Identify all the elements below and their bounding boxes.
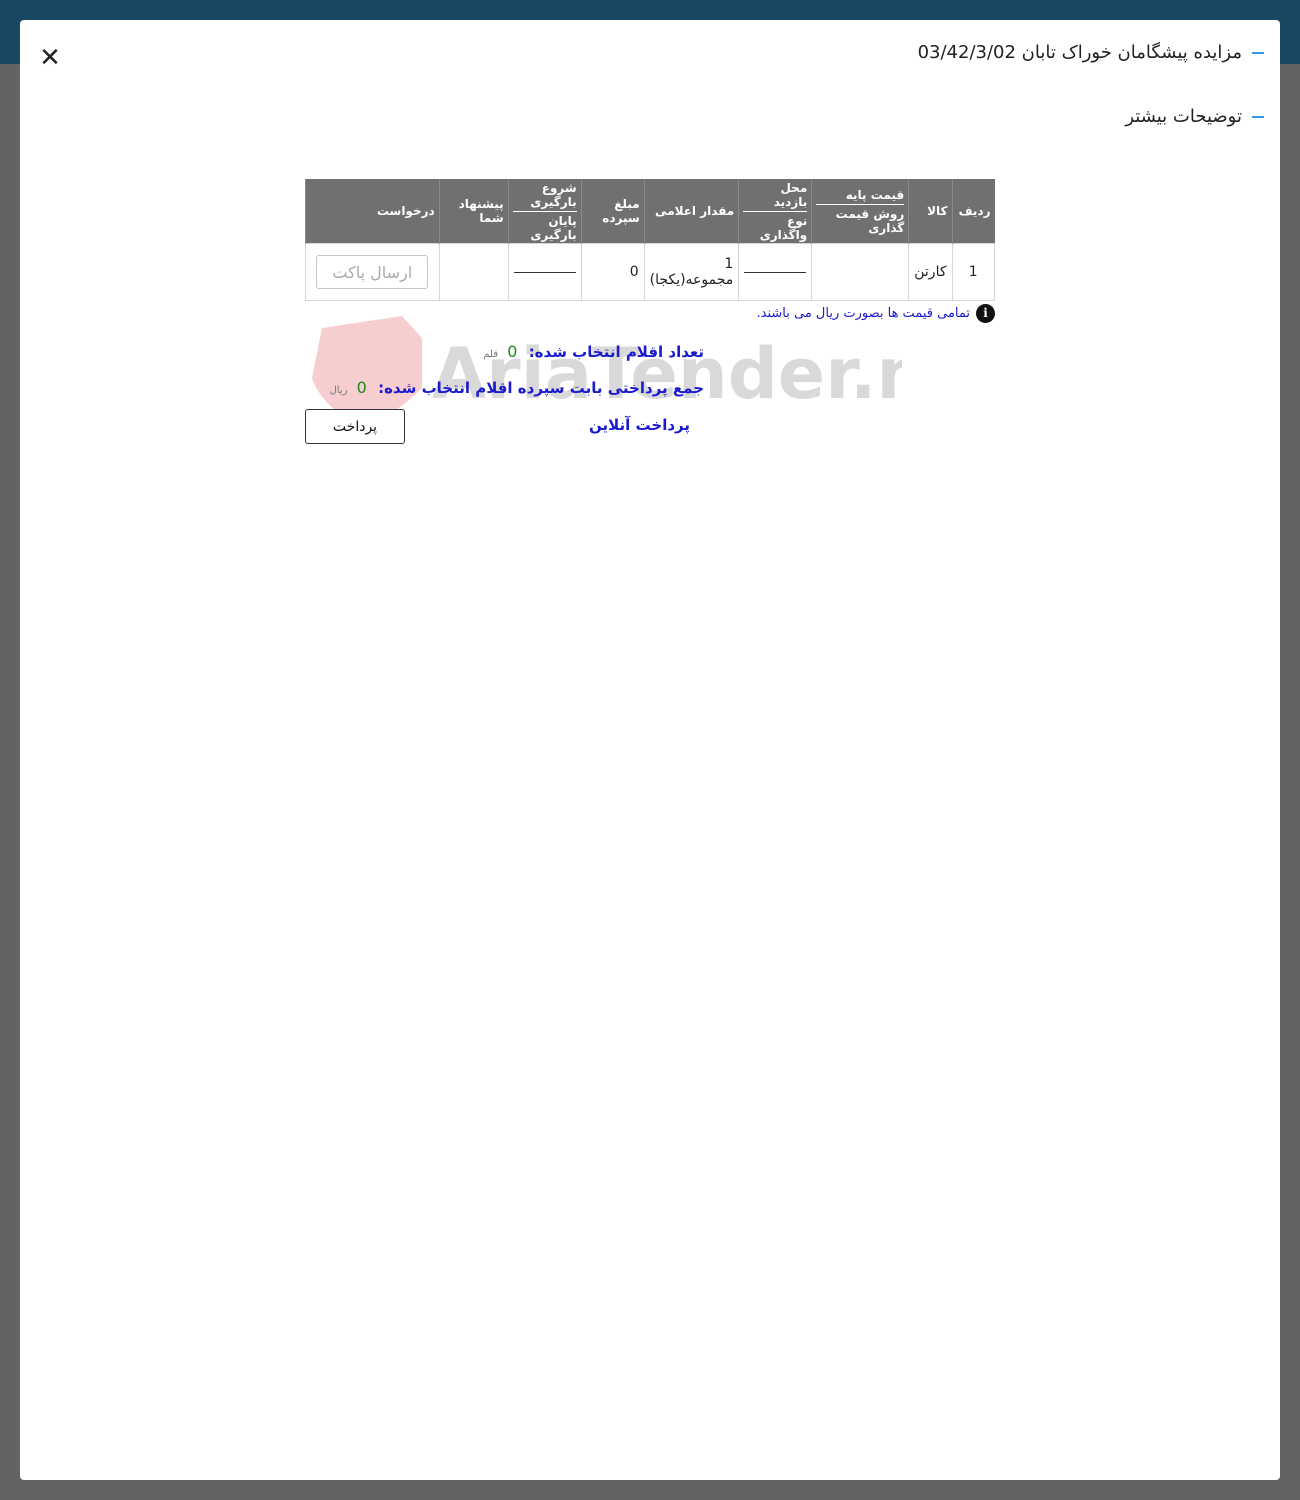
amount-quantity: 1 <box>724 256 734 272</box>
cell-visit-place <box>738 243 813 301</box>
cell-row-number: 1 <box>951 243 995 301</box>
amount-unit: مجموعه(یکجا) <box>649 272 734 288</box>
selected-items-summary: تعداد اقلام انتخاب شده: 0 قلم <box>483 342 704 361</box>
cell-item: کارتن <box>908 243 953 301</box>
header-base-price: قیمت پایه روش قیمت گذاری <box>811 179 909 244</box>
header-announced-amount: مقدار اعلامی <box>643 179 739 244</box>
cell-announced-amount: 1 مجموعه(یکجا) <box>643 243 740 301</box>
more-details-heading[interactable]: توضیحات بیشتر <box>1125 106 1264 127</box>
modal-title: مزایده پیشگامان خوراک تابان 03/42/3/02 <box>918 42 1264 63</box>
header-your-offer: پیشنهاد شما <box>438 179 509 244</box>
selected-items-count: 0 <box>507 342 518 361</box>
currency-note-text: تمامی قیمت ها بصورت ریال می باشند. <box>756 306 971 321</box>
header-loading-end: پایان بارگیری <box>530 213 577 242</box>
cell-deposit: 0 <box>580 243 645 301</box>
header-deposit: مبلغ سپرده <box>580 179 645 244</box>
info-icon: i <box>976 304 995 323</box>
header-visit-place: محل بازدید نوع واگذاری <box>738 179 812 244</box>
close-icon[interactable]: ✕ <box>38 45 62 71</box>
details-dash <box>1252 115 1264 118</box>
send-packet-button[interactable]: ارسال پاکت <box>316 255 429 289</box>
header-base-price-label: قیمت پایه <box>816 188 905 205</box>
auction-items-table: ردیف کالا قیمت پایه روش قیمت گذاری محل ب… <box>305 179 995 301</box>
modal-title-text: مزایده پیشگامان خوراک تابان 03/42/3/02 <box>917 42 1242 63</box>
header-request: درخواست <box>305 179 440 244</box>
empty-dash <box>744 271 807 273</box>
cell-loading <box>507 243 582 301</box>
header-loading: شروع بارگیری پایان بارگیری <box>507 179 582 244</box>
header-pricing-method: روش قیمت گذاری <box>835 206 905 235</box>
cell-request: ارسال پاکت <box>305 243 440 301</box>
selected-items-unit: قلم <box>483 349 499 360</box>
more-details-text: توضیحات بیشتر <box>1125 106 1242 127</box>
selected-items-label: تعداد اقلام انتخاب شده: <box>528 343 704 361</box>
header-assignment-type: نوع واگذاری <box>759 213 808 242</box>
empty-dash <box>513 271 576 273</box>
table-row: 1 کارتن 1 مجموعه(یکجا) 0 ارسال پاکت <box>305 243 995 301</box>
table-header-row: ردیف کالا قیمت پایه روش قیمت گذاری محل ب… <box>305 179 995 244</box>
header-visit-place-label: محل بازدید <box>743 181 808 212</box>
title-dash <box>1252 51 1264 54</box>
online-payment-label: پرداخت آنلاین <box>588 416 690 434</box>
currency-note: i تمامی قیمت ها بصورت ریال می باشند. <box>756 304 995 323</box>
total-payment-summary: جمع پرداختی بابت سپرده اقلام انتخاب شده:… <box>329 378 704 397</box>
pay-button[interactable]: پرداخت <box>305 409 405 444</box>
total-payment-label: جمع پرداختی بابت سپرده اقلام انتخاب شده: <box>378 379 704 397</box>
header-item: کالا <box>908 179 952 244</box>
total-payment-value: 0 <box>356 378 367 397</box>
total-payment-unit: ریال <box>329 385 348 396</box>
header-row-number: ردیف <box>951 179 995 244</box>
cell-base-price <box>811 243 910 301</box>
cell-your-offer <box>438 243 509 301</box>
header-loading-start: شروع بارگیری <box>512 181 577 212</box>
modal-dialog: ✕ مزایده پیشگامان خوراک تابان 03/42/3/02… <box>20 20 1280 1480</box>
